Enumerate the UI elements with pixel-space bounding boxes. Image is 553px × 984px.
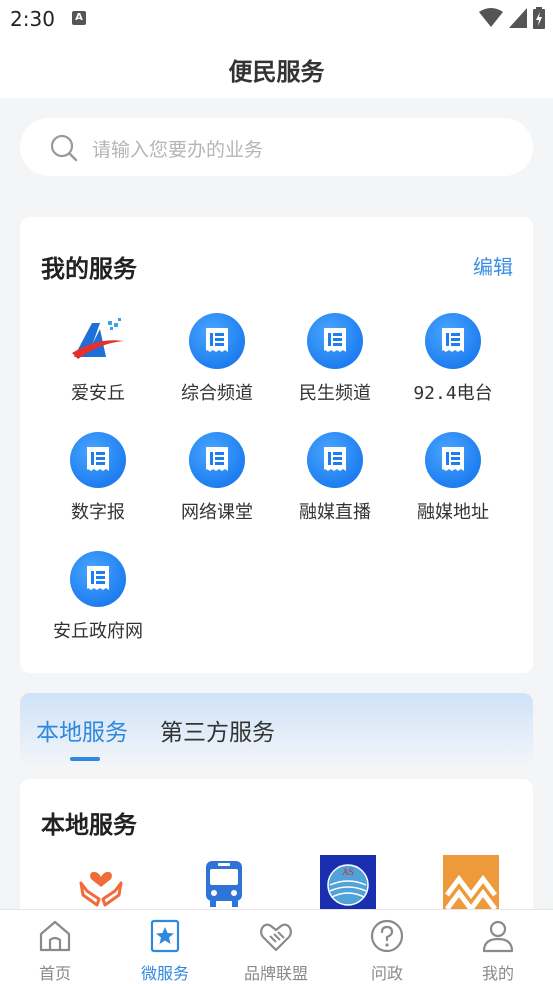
service-item-aianqiu[interactable]: 爱安丘: [39, 313, 157, 405]
star-bookmark-icon: [150, 919, 180, 953]
edit-button[interactable]: 编辑: [473, 251, 513, 280]
system-icons: [479, 7, 545, 29]
my-services-title: 我的服务: [41, 255, 137, 283]
aianqiu-logo-icon: [70, 313, 126, 369]
care-hands-icon[interactable]: [73, 855, 129, 911]
service-label: 数字报: [71, 502, 125, 523]
service-label: 92.4电台: [413, 383, 493, 404]
handshake-icon: [260, 923, 292, 952]
page-header: 便民服务: [0, 38, 553, 98]
service-label: 民生频道: [299, 383, 371, 404]
document-icon: [70, 432, 126, 488]
service-label: 安丘政府网: [53, 621, 143, 642]
document-icon: [307, 313, 363, 369]
page-title: 便民服务: [228, 58, 325, 86]
nav-label: 问政: [370, 964, 403, 983]
document-icon: [70, 551, 126, 607]
search-placeholder: 请输入您要办的业务: [92, 139, 264, 161]
service-item-digital-paper[interactable]: 数字报: [39, 432, 157, 524]
user-icon: [482, 920, 514, 953]
local-services-card: 本地服务 AS: [20, 779, 533, 919]
local-services-title: 本地服务: [41, 811, 137, 839]
svg-text:AS: AS: [342, 867, 354, 877]
my-services-card: 我的服务 编辑 爱安丘 综合频道 民生频道 92.4电台 数字报 网络课堂 融媒…: [20, 217, 533, 673]
tab-third-party-services[interactable]: 第三方服务: [160, 713, 275, 747]
bottom-navigation: 首页 微服务 品牌联盟 问政 我的: [0, 909, 553, 984]
as-logo[interactable]: AS: [320, 855, 376, 911]
local-services-icons: AS: [20, 855, 533, 915]
document-icon: [425, 313, 481, 369]
status-bar: 2:30 A: [0, 0, 553, 38]
service-item-online-class[interactable]: 网络课堂: [158, 432, 276, 524]
question-icon: [370, 919, 404, 953]
service-item-live[interactable]: 融媒直播: [276, 432, 394, 524]
nav-micro-services[interactable]: 微服务: [110, 918, 220, 984]
notification-icon: A: [72, 11, 86, 25]
status-time: 2:30: [10, 7, 55, 31]
nav-home[interactable]: 首页: [0, 918, 110, 984]
nav-label: 品牌联盟: [243, 964, 308, 983]
document-icon: [307, 432, 363, 488]
service-item-minsheng[interactable]: 民生频道: [276, 313, 394, 405]
battery-icon: [533, 7, 545, 29]
service-item-radio[interactable]: 92.4电台: [394, 313, 512, 405]
service-tabs: 本地服务 第三方服务: [20, 693, 533, 767]
service-label: 融媒地址: [417, 502, 489, 523]
service-item-address[interactable]: 融媒地址: [394, 432, 512, 524]
nav-inquiry[interactable]: 问政: [332, 918, 442, 984]
nav-label: 我的: [481, 964, 514, 983]
active-tab-indicator: [70, 757, 100, 761]
nav-mine[interactable]: 我的: [443, 918, 553, 984]
service-item-zonghe[interactable]: 综合频道: [158, 313, 276, 405]
bus-icon[interactable]: [196, 855, 252, 911]
home-icon: [39, 920, 71, 952]
nav-label: 微服务: [140, 964, 189, 983]
search-area: 请输入您要办的业务: [0, 98, 553, 178]
document-icon: [189, 313, 245, 369]
mountain-logo[interactable]: [443, 855, 499, 911]
service-label: 爱安丘: [71, 383, 125, 404]
signal-icon: [509, 8, 527, 28]
tab-local-services[interactable]: 本地服务: [36, 713, 128, 747]
search-icon: [50, 134, 78, 162]
nav-label: 首页: [38, 964, 71, 983]
nav-brand-alliance[interactable]: 品牌联盟: [221, 918, 331, 984]
wifi-icon: [479, 8, 503, 27]
document-icon: [425, 432, 481, 488]
service-item-gov-site[interactable]: 安丘政府网: [39, 551, 157, 643]
document-icon: [189, 432, 245, 488]
service-label: 网络课堂: [181, 502, 253, 523]
search-input[interactable]: 请输入您要办的业务: [20, 118, 533, 176]
service-label: 综合频道: [181, 383, 253, 404]
service-label: 融媒直播: [299, 502, 371, 523]
